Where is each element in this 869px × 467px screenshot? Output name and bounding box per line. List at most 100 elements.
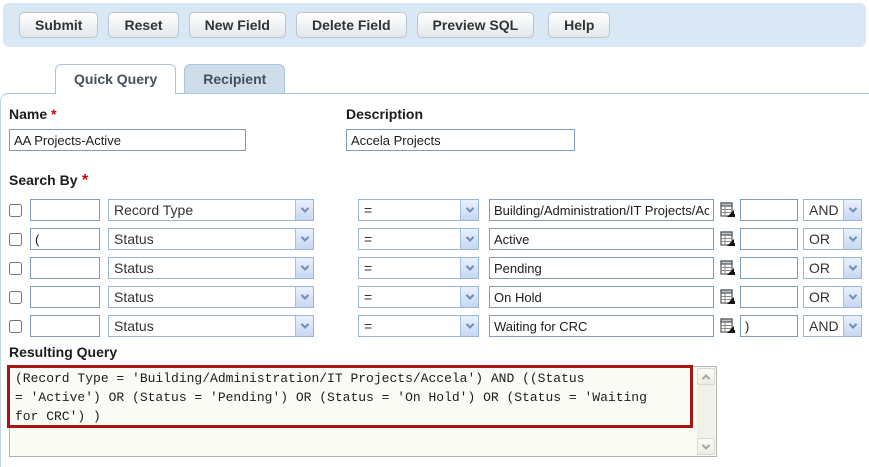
field-select[interactable]: Status bbox=[108, 228, 314, 250]
chevron-down-icon bbox=[843, 287, 861, 307]
field-select-value: Record Type bbox=[109, 202, 193, 218]
chevron-down-icon bbox=[460, 316, 478, 336]
name-input[interactable] bbox=[9, 129, 246, 151]
row-select-checkbox[interactable] bbox=[9, 262, 22, 275]
data-picker-icon[interactable] bbox=[719, 230, 736, 248]
close-paren-input[interactable] bbox=[740, 228, 798, 250]
quick-query-panel: Name * Description Search By * Record Ty… bbox=[0, 93, 869, 467]
field-select[interactable]: Status bbox=[108, 257, 314, 279]
field-select-value: Status bbox=[109, 289, 154, 305]
description-label: Description bbox=[346, 106, 423, 122]
chevron-down-icon bbox=[843, 200, 861, 220]
row-select-checkbox[interactable] bbox=[9, 233, 22, 246]
required-asterisk: * bbox=[51, 106, 56, 122]
operator-select[interactable]: = bbox=[358, 199, 479, 221]
search-row: Status = AND bbox=[9, 315, 869, 337]
scrollbar[interactable] bbox=[697, 368, 715, 455]
data-picker-icon[interactable] bbox=[719, 259, 736, 277]
field-select[interactable]: Status bbox=[108, 315, 314, 337]
chevron-down-icon bbox=[843, 258, 861, 278]
chevron-down-icon bbox=[460, 229, 478, 249]
open-paren-input[interactable] bbox=[30, 228, 100, 250]
chevron-down-icon bbox=[295, 229, 313, 249]
open-paren-input[interactable] bbox=[30, 286, 100, 308]
operator-select[interactable]: = bbox=[358, 315, 479, 337]
scroll-up-button[interactable] bbox=[697, 368, 715, 385]
logic-select-value: AND bbox=[804, 318, 839, 334]
close-paren-input[interactable] bbox=[740, 315, 798, 337]
submit-button[interactable]: Submit bbox=[19, 12, 98, 38]
value-input[interactable] bbox=[489, 257, 714, 279]
close-paren-input[interactable] bbox=[740, 199, 798, 221]
row-select-checkbox[interactable] bbox=[9, 320, 22, 333]
operator-select[interactable]: = bbox=[358, 286, 479, 308]
logic-select-value: OR bbox=[804, 231, 830, 247]
toolbar: Submit Reset New Field Delete Field Prev… bbox=[3, 3, 866, 47]
chevron-down-icon bbox=[295, 258, 313, 278]
value-input[interactable] bbox=[489, 228, 714, 250]
description-input[interactable] bbox=[346, 129, 575, 151]
value-input[interactable] bbox=[489, 315, 714, 337]
field-select[interactable]: Record Type bbox=[108, 199, 314, 221]
field-select-value: Status bbox=[109, 318, 154, 334]
operator-select-value: = bbox=[359, 231, 372, 247]
operator-select[interactable]: = bbox=[358, 228, 479, 250]
operator-select-value: = bbox=[359, 289, 372, 305]
chevron-down-icon bbox=[460, 258, 478, 278]
preview-sql-button[interactable]: Preview SQL bbox=[417, 12, 535, 38]
open-paren-input[interactable] bbox=[30, 257, 100, 279]
query-textarea[interactable]: (Record Type = 'Building/Administration/… bbox=[9, 366, 717, 457]
help-button[interactable]: Help bbox=[548, 12, 610, 38]
open-paren-input[interactable] bbox=[30, 199, 100, 221]
reset-button[interactable]: Reset bbox=[108, 12, 178, 38]
tab-recipient[interactable]: Recipient bbox=[184, 64, 285, 94]
required-asterisk: * bbox=[82, 172, 88, 189]
logic-select-value: AND bbox=[804, 202, 839, 218]
value-input[interactable] bbox=[489, 199, 714, 221]
resulting-query-label: Resulting Query bbox=[9, 344, 869, 360]
chevron-down-icon bbox=[295, 287, 313, 307]
chevron-down-icon bbox=[295, 200, 313, 220]
row-select-checkbox[interactable] bbox=[9, 291, 22, 304]
field-select[interactable]: Status bbox=[108, 286, 314, 308]
new-field-button[interactable]: New Field bbox=[189, 12, 286, 38]
name-description-row: Name * Description bbox=[9, 106, 869, 151]
logic-select[interactable]: AND bbox=[803, 199, 862, 221]
logic-select[interactable]: OR bbox=[803, 257, 862, 279]
query-text: (Record Type = 'Building/Administration/… bbox=[15, 369, 692, 454]
value-input[interactable] bbox=[489, 286, 714, 308]
field-select-value: Status bbox=[109, 260, 154, 276]
chevron-down-icon bbox=[843, 316, 861, 336]
operator-select[interactable]: = bbox=[358, 257, 479, 279]
search-by-label: Search By * bbox=[9, 172, 869, 190]
chevron-down-icon bbox=[295, 316, 313, 336]
search-row: Record Type = AND bbox=[9, 199, 869, 221]
operator-select-value: = bbox=[359, 260, 372, 276]
data-picker-icon[interactable] bbox=[719, 201, 736, 219]
chevron-down-icon bbox=[460, 287, 478, 307]
delete-field-button[interactable]: Delete Field bbox=[296, 12, 407, 38]
tab-bar: Quick Query Recipient bbox=[55, 64, 869, 93]
name-label: Name * bbox=[9, 106, 56, 122]
data-picker-icon[interactable] bbox=[719, 317, 736, 335]
search-row: Status = OR bbox=[9, 228, 869, 250]
chevron-down-icon bbox=[460, 200, 478, 220]
logic-select[interactable]: OR bbox=[803, 228, 862, 250]
close-paren-input[interactable] bbox=[740, 257, 798, 279]
chevron-down-icon bbox=[843, 229, 861, 249]
logic-select[interactable]: OR bbox=[803, 286, 862, 308]
logic-select-value: OR bbox=[804, 260, 830, 276]
logic-select[interactable]: AND bbox=[803, 315, 862, 337]
operator-select-value: = bbox=[359, 318, 372, 334]
data-picker-icon[interactable] bbox=[719, 288, 736, 306]
tab-quick-query[interactable]: Quick Query bbox=[55, 64, 176, 94]
logic-select-value: OR bbox=[804, 289, 830, 305]
chevron-down-icon bbox=[702, 441, 710, 449]
open-paren-input[interactable] bbox=[30, 315, 100, 337]
scroll-down-button[interactable] bbox=[697, 438, 715, 455]
close-paren-input[interactable] bbox=[740, 286, 798, 308]
search-row: Status = OR bbox=[9, 286, 869, 308]
operator-select-value: = bbox=[359, 202, 372, 218]
row-select-checkbox[interactable] bbox=[9, 204, 22, 217]
field-select-value: Status bbox=[109, 231, 154, 247]
